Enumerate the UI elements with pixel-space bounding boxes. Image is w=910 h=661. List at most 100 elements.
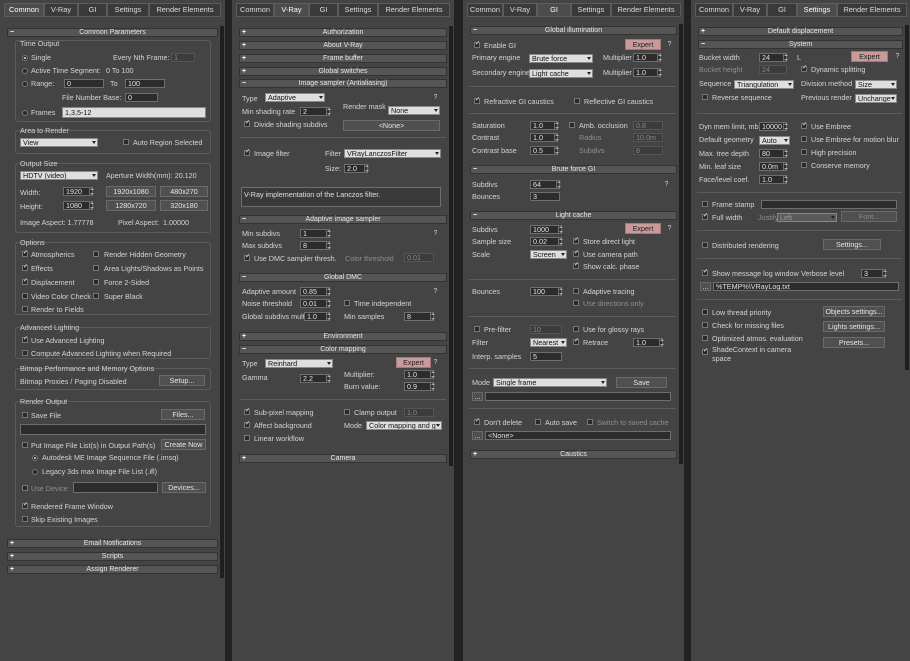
divide-shading-checkbox[interactable] (244, 120, 250, 127)
global-illumination-rollout[interactable]: − Global illumination (470, 26, 677, 35)
scrollbar[interactable] (679, 24, 683, 464)
global-subdivs-spinner[interactable] (326, 312, 331, 321)
devices-button[interactable]: Devices... (162, 482, 206, 493)
device-field[interactable] (73, 482, 158, 493)
amb-occlusion-checkbox[interactable] (569, 122, 575, 128)
use-device-checkbox[interactable] (22, 485, 28, 491)
tab-gi[interactable]: GI (78, 3, 107, 17)
help-icon[interactable]: ? (432, 93, 439, 102)
files-button[interactable]: Files... (161, 409, 205, 420)
max-tree-depth-spinner[interactable] (783, 149, 788, 158)
sampler-type-dropdown[interactable]: Adaptive (265, 93, 325, 102)
environment-rollout[interactable]: + Environment (239, 332, 447, 341)
lights-settings-button[interactable]: Lights settings... (823, 321, 885, 332)
linear-workflow-checkbox[interactable] (244, 435, 250, 441)
tab-gi[interactable]: GI (767, 3, 797, 17)
every-nth-input[interactable]: 1 (171, 53, 195, 62)
tab-gi[interactable]: GI (537, 3, 571, 17)
ao-subdivs-input[interactable]: 8 (633, 146, 663, 155)
range-from-input[interactable]: 0 (64, 79, 104, 88)
check-missing-files-checkbox[interactable] (702, 322, 708, 328)
force-2sided-checkbox[interactable] (93, 279, 99, 285)
frame-buffer-rollout[interactable]: + Frame buffer (239, 54, 447, 63)
tab-common[interactable]: Common (467, 3, 503, 17)
filter-size-spinner[interactable] (364, 164, 369, 173)
tab-settings[interactable]: Settings (797, 3, 837, 17)
bf-subdivs-spinner[interactable] (556, 180, 561, 189)
noise-threshold-spinner[interactable] (326, 299, 331, 308)
video-color-checkbox[interactable] (22, 293, 28, 299)
expert-button[interactable]: Expert (625, 39, 661, 50)
tab-render-elements[interactable]: Render Elements (378, 3, 450, 17)
scrollbar[interactable] (220, 26, 224, 578)
scrollbar[interactable] (905, 25, 909, 370)
face-level-coef-spinner[interactable] (783, 175, 788, 184)
super-black-checkbox[interactable] (93, 293, 99, 299)
cm-type-dropdown[interactable]: Reinhard (265, 359, 333, 368)
store-direct-light-checkbox[interactable] (573, 237, 579, 244)
previous-render-dropdown[interactable]: Unchange (855, 94, 897, 103)
min-leaf-size-spinner[interactable] (783, 162, 788, 171)
lc-file-path-field[interactable] (485, 392, 671, 401)
caustics-rollout[interactable]: + Caustics (470, 450, 677, 459)
output-size-dropdown[interactable]: HDTV (video) (20, 171, 98, 180)
division-method-dropdown[interactable]: Size (855, 80, 897, 89)
log-browse-button[interactable]: ... (700, 282, 711, 291)
area-lights-checkbox[interactable] (93, 265, 99, 271)
amb-occlusion-input[interactable]: 0.8 (633, 121, 663, 130)
adaptive-sampler-rollout[interactable]: − Adaptive image sampler (239, 215, 447, 224)
tab-vray[interactable]: V-Ray (733, 3, 767, 17)
low-thread-priority-checkbox[interactable] (702, 309, 708, 315)
tab-settings[interactable]: Settings (107, 3, 149, 17)
filter-dropdown[interactable]: VRayLanczosFilter (344, 149, 441, 158)
render-mask-dropdown[interactable]: None (388, 106, 440, 115)
autodesk-me-radio[interactable] (32, 455, 38, 461)
autosave-browse-button[interactable]: ... (472, 431, 483, 440)
tab-render-elements[interactable]: Render Elements (611, 3, 681, 17)
radius-input[interactable]: 10.0m (633, 133, 663, 142)
adaptive-tracing-checkbox[interactable] (573, 288, 579, 294)
atmospherics-checkbox[interactable] (22, 250, 28, 257)
frame-stamp-field[interactable] (761, 200, 897, 209)
secondary-multiplier-spinner[interactable] (657, 68, 662, 77)
prefilter-input[interactable]: 10 (530, 325, 562, 334)
image-sampler-rollout[interactable]: − Image sampler (Antialiasing) (239, 79, 447, 88)
gamma-spinner[interactable] (326, 374, 331, 383)
skip-existing-checkbox[interactable] (22, 516, 28, 522)
min-samples-spinner[interactable] (430, 312, 435, 321)
min-subdivs-spinner[interactable] (326, 229, 331, 238)
use-embree-checkbox[interactable] (801, 122, 807, 129)
global-switches-rollout[interactable]: + Global switches (239, 67, 447, 76)
setup-button[interactable]: Setup... (159, 375, 205, 386)
put-image-list-checkbox[interactable] (22, 442, 28, 448)
authorization-rollout[interactable]: + Authorization (239, 28, 447, 37)
use-camera-path-checkbox[interactable] (573, 250, 579, 257)
use-advanced-lighting-checkbox[interactable] (22, 336, 28, 343)
primary-multiplier-spinner[interactable] (657, 53, 662, 62)
lc-subdivs-spinner[interactable] (558, 225, 563, 234)
tab-render-elements[interactable]: Render Elements (837, 3, 907, 17)
interp-samples-input[interactable]: 5 (530, 352, 562, 361)
frame-stamp-checkbox[interactable] (702, 201, 708, 207)
width-spinner[interactable] (89, 187, 94, 196)
auto-region-checkbox[interactable] (123, 139, 129, 145)
reverse-sequence-checkbox[interactable] (702, 94, 708, 100)
time-independent-checkbox[interactable] (344, 300, 350, 306)
range-radio[interactable] (22, 81, 28, 87)
conserve-memory-checkbox[interactable] (801, 162, 807, 168)
help-icon[interactable]: ? (666, 224, 673, 233)
contrast-spinner[interactable] (554, 133, 559, 142)
shade-context-checkbox[interactable] (702, 348, 708, 355)
output-path-field[interactable] (20, 424, 206, 435)
clamp-output-input[interactable]: 1.0 (404, 408, 434, 417)
create-now-button[interactable]: Create Now (161, 439, 206, 450)
common-parameters-rollout[interactable]: − Common Parameters (7, 28, 218, 37)
assign-renderer-rollout[interactable]: + Assign Renderer (7, 565, 218, 574)
use-directions-only-checkbox[interactable] (573, 300, 579, 306)
help-icon[interactable]: ? (432, 287, 439, 296)
sample-size-spinner[interactable] (558, 237, 563, 246)
render-fields-checkbox[interactable] (22, 306, 28, 312)
camera-rollout[interactable]: + Camera (239, 454, 447, 463)
effects-checkbox[interactable] (22, 264, 28, 271)
height-spinner[interactable] (89, 201, 94, 210)
